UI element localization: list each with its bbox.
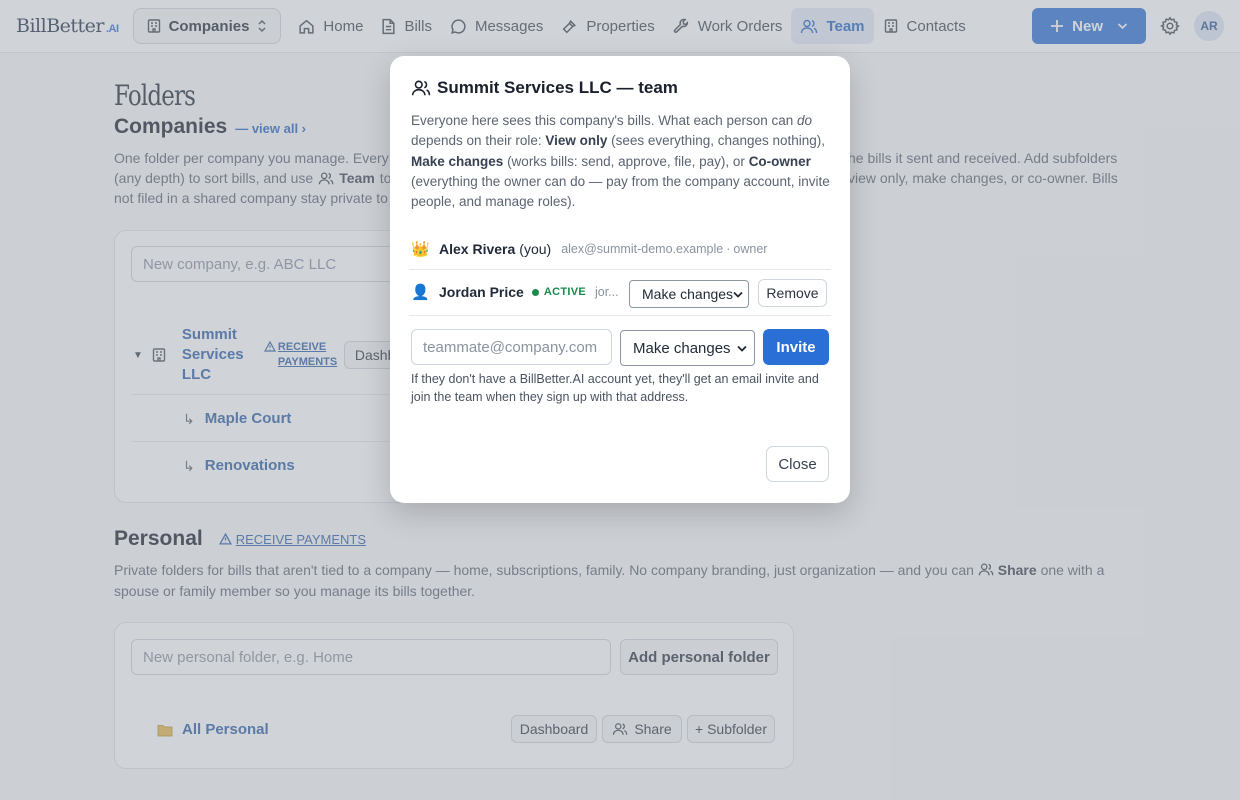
close-button[interactable]: Close <box>766 446 829 482</box>
modal-description: Everyone here sees this company's bills.… <box>411 113 830 210</box>
status-badge: ACTIVE <box>531 286 586 298</box>
chevron-down-icon <box>737 345 747 352</box>
invite-email-input[interactable]: teammate@company.com <box>411 329 612 365</box>
invite-role-select[interactable]: Make changes <box>620 330 755 366</box>
member-row: 👤 Jordan Price ACTIVE jor... <box>411 284 619 301</box>
member-row-owner: 👑 Alex Rivera (you) alex@summit-demo.exa… <box>411 241 768 258</box>
divider <box>409 269 831 270</box>
people-icon <box>411 79 431 97</box>
remove-member-button[interactable]: Remove <box>758 279 827 307</box>
chevron-down-icon <box>733 291 743 298</box>
crown-icon: 👑 <box>411 241 430 258</box>
modal-title: Summit Services LLC — team <box>411 78 678 98</box>
invite-button[interactable]: Invite <box>763 329 829 365</box>
invite-note: If they don't have a BillBetter.AI accou… <box>411 372 819 404</box>
member-role-select[interactable]: Make changes <box>629 280 749 308</box>
team-modal: Summit Services LLC — team Everyone here… <box>390 56 850 503</box>
divider <box>409 315 831 316</box>
person-icon: 👤 <box>411 284 430 301</box>
